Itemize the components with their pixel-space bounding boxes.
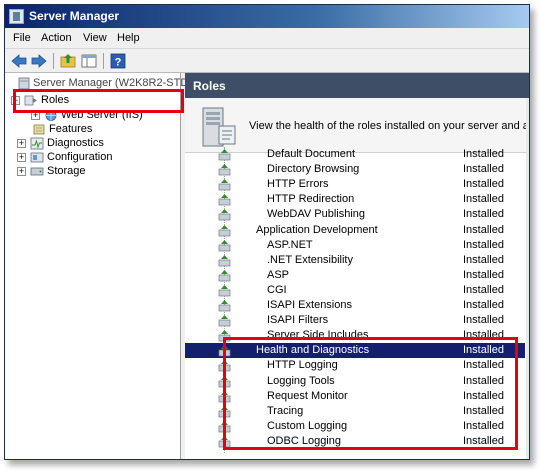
roles-pane-title: Roles: [193, 79, 226, 93]
role-service-name: WebDAV Publishing: [267, 208, 366, 220]
title-bar[interactable]: Server Manager: [5, 5, 529, 28]
installed-status-icon: [218, 193, 231, 206]
role-service-row[interactable]: ISAPI Extensions Installed: [185, 298, 525, 313]
role-service-row[interactable]: ASP.NET Installed: [185, 238, 525, 253]
role-service-row[interactable]: Default Document Installed: [185, 147, 525, 162]
tree-label: Server Manager (W2K8R2-STD-C-4: [33, 77, 210, 89]
role-service-name: ISAPI Extensions: [267, 299, 352, 311]
configuration-icon: [30, 151, 44, 164]
role-service-name: HTTP Redirection: [267, 193, 355, 205]
role-service-status: Installed: [463, 224, 504, 236]
toolbar-separator: [103, 53, 104, 69]
role-service-name: ASP: [267, 269, 290, 281]
installed-status-icon: [218, 254, 231, 267]
role-service-row[interactable]: ISAPI Filters Installed: [185, 313, 525, 328]
installed-status-icon: [218, 314, 231, 327]
roles-pane-header: Roles: [185, 73, 529, 98]
tree-label: Configuration: [47, 151, 113, 163]
server-manager-app-icon: [9, 9, 24, 24]
menu-action[interactable]: Action: [41, 32, 72, 44]
role-service-row[interactable]: WebDAV Publishing Installed: [185, 207, 525, 222]
help-icon[interactable]: ?: [110, 53, 126, 69]
role-service-status: Installed: [463, 208, 504, 220]
role-service-status: Installed: [463, 284, 504, 296]
expand-icon[interactable]: +: [17, 153, 26, 162]
toolbar: ?: [5, 49, 529, 73]
role-service-status: Installed: [463, 314, 504, 326]
roles-server-icon: [195, 106, 239, 148]
role-service-row[interactable]: Application Development Installed: [185, 223, 525, 238]
role-service-name: .NET Extensibility: [267, 254, 353, 266]
role-service-status: Installed: [463, 269, 504, 281]
installed-status-icon: [218, 284, 231, 297]
role-service-name: Application Development: [256, 224, 378, 236]
role-service-name: ASP.NET: [267, 239, 313, 251]
role-service-status: Installed: [463, 163, 504, 175]
role-service-status: Installed: [463, 178, 504, 190]
installed-status-icon: [218, 239, 231, 252]
role-service-status: Installed: [463, 254, 504, 266]
role-service-status: Installed: [463, 239, 504, 251]
role-service-row[interactable]: .NET Extensibility Installed: [185, 253, 525, 268]
diagnostics-icon: [30, 137, 44, 150]
installed-status-icon: [218, 269, 231, 282]
expand-icon[interactable]: +: [17, 167, 26, 176]
role-service-status: Installed: [463, 148, 504, 160]
up-folder-icon[interactable]: [60, 53, 76, 69]
tree-label: Features: [49, 123, 93, 135]
installed-status-icon: [218, 299, 231, 312]
svg-text:?: ?: [115, 57, 122, 69]
roles-summary: View the health of the roles installed o…: [185, 98, 530, 153]
menu-help[interactable]: Help: [117, 32, 140, 44]
role-service-row[interactable]: ASP Installed: [185, 268, 525, 283]
show-hide-tree-icon[interactable]: [81, 53, 97, 69]
installed-status-icon: [218, 208, 231, 221]
back-arrow-icon[interactable]: [11, 53, 27, 69]
features-icon: [32, 123, 46, 136]
tree-label: Diagnostics: [47, 137, 104, 149]
role-service-row[interactable]: CGI Installed: [185, 283, 525, 298]
installed-status-icon: [218, 148, 231, 161]
expand-icon[interactable]: +: [17, 139, 26, 148]
role-service-name: ISAPI Filters: [267, 314, 329, 326]
vertical-scrollbar[interactable]: [526, 98, 529, 459]
role-service-status: Installed: [463, 193, 504, 205]
role-service-row[interactable]: HTTP Errors Installed: [185, 177, 525, 192]
roles-summary-text: View the health of the roles installed o…: [249, 120, 530, 132]
role-service-name: Directory Browsing: [267, 163, 360, 175]
toolbar-separator: [53, 53, 54, 69]
installed-status-icon: [218, 178, 231, 191]
installed-status-icon: [218, 163, 231, 176]
tree-label: Storage: [47, 165, 86, 177]
annotation-highlight-roles: [13, 89, 184, 113]
navigation-tree: Server Manager (W2K8R2-STD-C-4 − Roles +…: [5, 73, 210, 459]
forward-arrow-icon[interactable]: [31, 53, 47, 69]
role-service-name: HTTP Errors: [267, 178, 329, 190]
role-service-name: CGI: [267, 284, 287, 296]
role-service-row[interactable]: Directory Browsing Installed: [185, 162, 525, 177]
menu-view[interactable]: View: [83, 32, 107, 44]
role-service-status: Installed: [463, 299, 504, 311]
role-service-row[interactable]: HTTP Redirection Installed: [185, 192, 525, 207]
menu-bar: File Action View Help: [5, 28, 529, 49]
window-title: Server Manager: [29, 9, 120, 23]
storage-icon: [30, 165, 44, 178]
menu-file[interactable]: File: [13, 32, 31, 44]
annotation-highlight-health-diagnostics: [223, 337, 518, 450]
role-service-name: Default Document: [267, 148, 356, 160]
installed-status-icon: [218, 224, 231, 237]
